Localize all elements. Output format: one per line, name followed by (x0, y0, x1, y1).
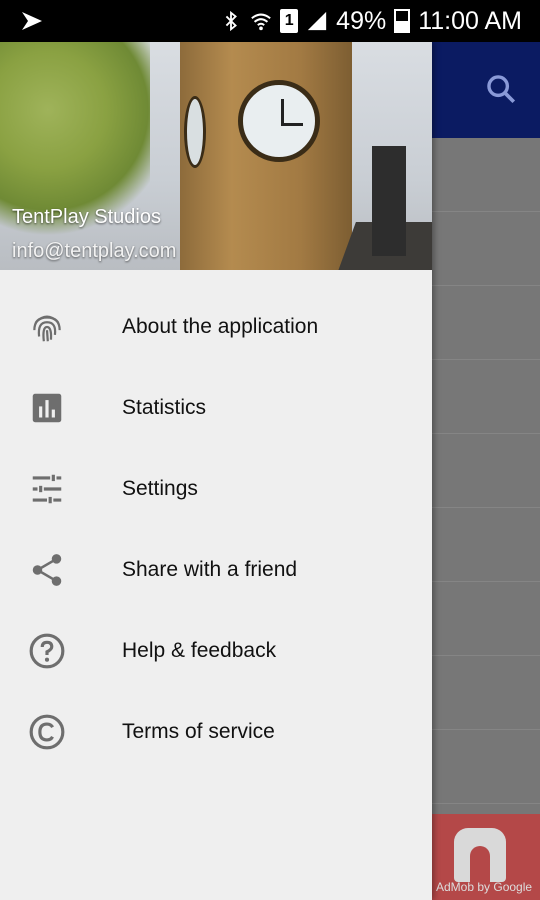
bluetooth-icon (225, 10, 238, 32)
drawer-item-help[interactable]: Help & feedback (0, 610, 432, 691)
ad-banner[interactable]: AdMob by Google (432, 814, 540, 900)
app-content-list (432, 138, 540, 814)
ad-attribution: AdMob by Google (436, 880, 533, 894)
battery-percent: 49% (336, 6, 387, 35)
drawer-header: TentPlay Studios info@tentplay.com (0, 42, 432, 270)
app-toolbar (432, 42, 540, 138)
drawer-item-statistics[interactable]: Statistics (0, 367, 432, 448)
drawer-item-label: Statistics (122, 395, 207, 419)
fingerprint-icon (33, 315, 61, 341)
notification-app-icon (22, 12, 42, 30)
battery-icon (394, 9, 411, 33)
list-item[interactable] (432, 138, 540, 212)
search-icon[interactable] (484, 72, 518, 106)
drawer-item-label: Help & feedback (122, 638, 277, 662)
wifi-icon (251, 13, 271, 31)
tune-sliders-icon (32, 474, 62, 503)
signal-icon (308, 11, 327, 31)
drawer-item-terms[interactable]: Terms of service (0, 691, 432, 772)
drawer-item-label: About the application (122, 314, 319, 338)
status-bar: 1 49% 11:00 AM (0, 0, 540, 42)
drawer-item-label: Terms of service (122, 719, 275, 743)
copyright-icon (29, 714, 65, 749)
list-item[interactable] (432, 508, 540, 582)
status-icons: 1 49% 11:00 AM (220, 6, 522, 36)
sim-slot-icon: 1 (280, 9, 299, 33)
drawer-item-about[interactable]: About the application (0, 286, 432, 367)
clock: 11:00 AM (418, 6, 522, 35)
help-circle-icon (29, 633, 65, 668)
admob-logo-icon (454, 828, 506, 882)
drawer-menu: About the application Statistics Setting… (0, 270, 432, 772)
bar-chart-icon (32, 393, 62, 422)
list-item[interactable] (432, 582, 540, 656)
header-image-chimney (372, 146, 406, 256)
list-item[interactable] (432, 212, 540, 286)
share-icon (32, 553, 62, 586)
list-item[interactable] (432, 730, 540, 804)
list-item[interactable] (432, 656, 540, 730)
drawer-item-share[interactable]: Share with a friend (0, 529, 432, 610)
list-item[interactable] (432, 286, 540, 360)
drawer-item-label: Share with a friend (122, 557, 298, 581)
list-item[interactable] (432, 434, 540, 508)
drawer-item-settings[interactable]: Settings (0, 448, 432, 529)
list-item[interactable] (432, 360, 540, 434)
header-image-clock-face (238, 80, 320, 162)
header-image-clock-side (184, 96, 206, 168)
drawer-item-label: Settings (122, 476, 198, 500)
navigation-drawer: TentPlay Studios info@tentplay.com About… (0, 42, 432, 900)
account-name: TentPlay Studios (12, 206, 161, 228)
account-email: info@tentplay.com (12, 240, 177, 262)
